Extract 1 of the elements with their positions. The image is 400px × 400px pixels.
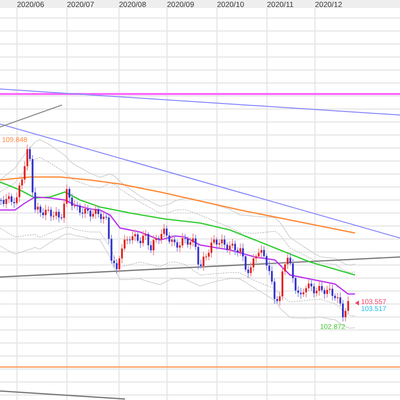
price-marker-icon [355,300,359,306]
